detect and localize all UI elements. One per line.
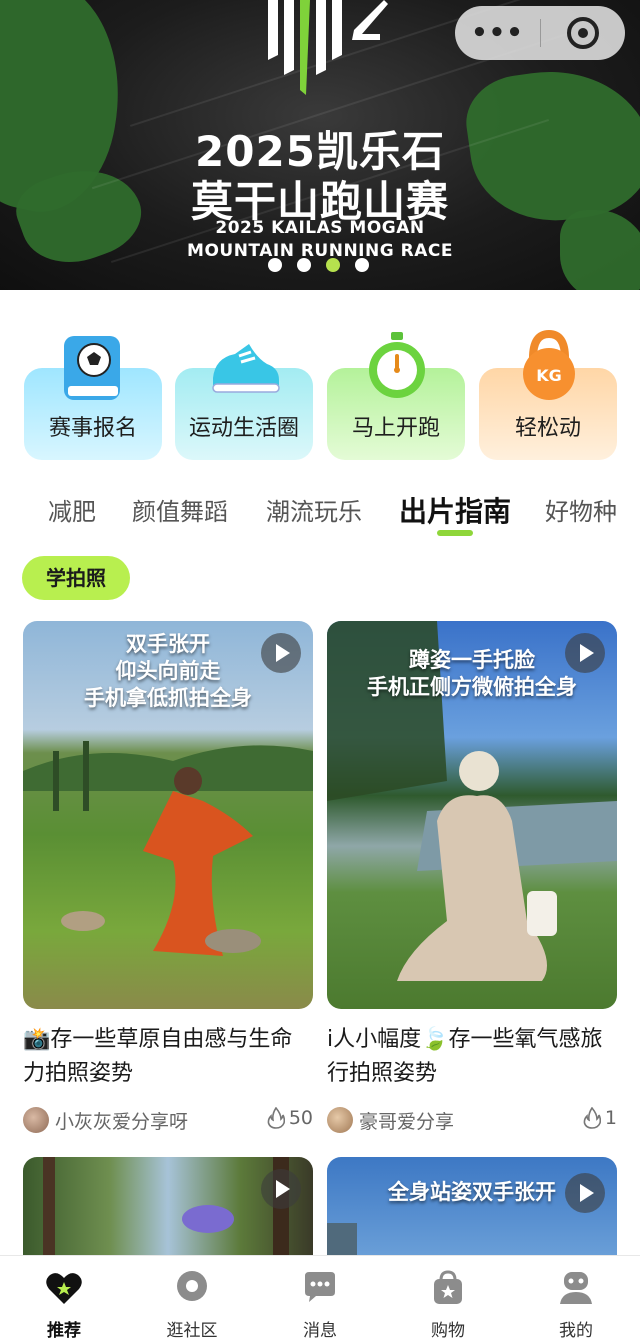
tile-label: 马上开跑 bbox=[351, 416, 440, 441]
post-card[interactable]: 双手张开 仰头向前走 手机拿低抓拍全身 📸存一些草原自由感与生命力拍照姿势 小灰… bbox=[23, 621, 313, 1135]
tab-good-stuff[interactable]: 好物种 bbox=[545, 492, 617, 527]
tab-shopping[interactable]: 购物 bbox=[398, 1268, 498, 1339]
post-title: i人小幅度🍃存一些氧气感旅行拍照姿势 bbox=[327, 1027, 603, 1086]
tab-community[interactable]: 逛社区 bbox=[142, 1268, 242, 1339]
message-bubble-icon bbox=[305, 1272, 335, 1302]
tab-trend-play[interactable]: 潮流玩乐 bbox=[266, 492, 362, 527]
tile-label: 运动生活圈 bbox=[188, 416, 299, 441]
carousel-dot[interactable] bbox=[297, 258, 311, 272]
post-meta: 豪哥爱分享 1 bbox=[327, 1105, 617, 1135]
tile-start-running[interactable]: 马上开跑 bbox=[327, 332, 465, 460]
bottom-tab-bar: 推荐 逛社区 消息 购物 我的 bbox=[0, 1255, 640, 1339]
avatar[interactable] bbox=[327, 1107, 353, 1133]
post-title: 📸存一些草原自由感与生命力拍照姿势 bbox=[23, 1027, 293, 1086]
post-meta: 小灰灰爱分享呀 50 bbox=[23, 1105, 313, 1135]
flame-icon bbox=[267, 1107, 285, 1129]
carousel-dots bbox=[268, 258, 369, 272]
post-cover-image bbox=[23, 1157, 313, 1257]
heart-star-icon bbox=[46, 1273, 82, 1304]
post-cover-image: 双手张开 仰头向前走 手机拿低抓拍全身 bbox=[23, 621, 313, 1009]
play-icon[interactable] bbox=[565, 1173, 605, 1213]
community-pin-icon bbox=[177, 1271, 207, 1301]
kettlebell-label: KG bbox=[536, 366, 562, 385]
post-card[interactable] bbox=[23, 1157, 313, 1257]
tab-dance[interactable]: 颜值舞蹈 bbox=[132, 492, 228, 527]
carousel-dot[interactable] bbox=[355, 258, 369, 272]
tab-photo-guide[interactable]: 出片指南 bbox=[399, 492, 511, 530]
tab-label: 消息 bbox=[303, 1321, 337, 1339]
tile-easy-workout[interactable]: KG 轻松动 bbox=[479, 329, 617, 460]
target-icon bbox=[567, 17, 599, 49]
tab-label: 购物 bbox=[431, 1321, 465, 1339]
category-tabs: 减肥 颜值舞蹈 潮流玩乐 出片指南 好物种 bbox=[0, 492, 640, 538]
sneaker-icon bbox=[212, 344, 280, 393]
tab-label: 我的 bbox=[559, 1321, 593, 1339]
play-icon[interactable] bbox=[261, 633, 301, 673]
profile-icon bbox=[560, 1272, 592, 1304]
kailas-logo bbox=[268, 0, 388, 95]
shopping-bag-icon bbox=[434, 1270, 462, 1304]
cover-caption-line: 手机正侧方微俯拍全身 bbox=[367, 675, 577, 699]
like-count: 50 bbox=[288, 1107, 313, 1129]
tab-weight-loss[interactable]: 减肥 bbox=[48, 492, 96, 527]
post-card[interactable]: 蹲姿一手托脸 手机正侧方微俯拍全身 i人小幅度🍃存一些氧气感旅行拍照姿势 豪哥爱… bbox=[327, 621, 617, 1135]
tile-event-signup[interactable]: 赛事报名 bbox=[24, 336, 162, 460]
play-icon[interactable] bbox=[565, 633, 605, 673]
cover-caption-line: 手机拿低抓拍全身 bbox=[84, 686, 252, 710]
post-cover-image: 全身站姿双手张开 bbox=[327, 1157, 617, 1257]
tile-label: 轻松动 bbox=[514, 416, 581, 441]
play-icon[interactable] bbox=[261, 1169, 301, 1209]
post-cover-image: 蹲姿一手托脸 手机正侧方微俯拍全身 bbox=[327, 621, 617, 1009]
tab-recommend[interactable]: 推荐 bbox=[14, 1268, 114, 1339]
like-count: 1 bbox=[604, 1107, 617, 1129]
stopwatch-icon bbox=[369, 332, 425, 398]
more-menu-button[interactable]: ••• bbox=[455, 6, 540, 60]
carousel-dot-active[interactable] bbox=[326, 258, 340, 272]
tab-label: 逛社区 bbox=[166, 1321, 218, 1339]
post-card[interactable]: 全身站姿双手张开 bbox=[327, 1157, 617, 1257]
quick-entry-tiles: 赛事报名 运动生活圈 马上开跑 KG 轻松动 bbox=[24, 329, 617, 462]
avatar[interactable] bbox=[23, 1107, 49, 1133]
kettlebell-icon: KG bbox=[523, 329, 575, 400]
author-name[interactable]: 豪哥爱分享 bbox=[359, 1107, 454, 1134]
banner-subtitle-line1: 2025 KAILAS MOGAN bbox=[215, 218, 425, 238]
tab-profile[interactable]: 我的 bbox=[526, 1268, 626, 1339]
tab-messages[interactable]: 消息 bbox=[270, 1268, 370, 1339]
flame-icon bbox=[583, 1107, 601, 1129]
like-button[interactable]: 50 bbox=[267, 1107, 313, 1129]
tile-sports-life[interactable]: 运动生活圈 bbox=[175, 344, 313, 460]
close-miniprogram-button[interactable] bbox=[541, 17, 625, 49]
subcategory-chip[interactable]: 学拍照 bbox=[22, 556, 130, 600]
soccer-book-icon bbox=[64, 336, 120, 400]
tile-label: 赛事报名 bbox=[48, 416, 137, 441]
tab-label: 推荐 bbox=[47, 1321, 81, 1339]
author-name[interactable]: 小灰灰爱分享呀 bbox=[55, 1107, 188, 1134]
carousel-dot[interactable] bbox=[268, 258, 282, 272]
like-button[interactable]: 1 bbox=[583, 1107, 617, 1129]
miniprogram-capsule: ••• bbox=[455, 6, 625, 60]
active-tab-indicator bbox=[437, 530, 473, 536]
